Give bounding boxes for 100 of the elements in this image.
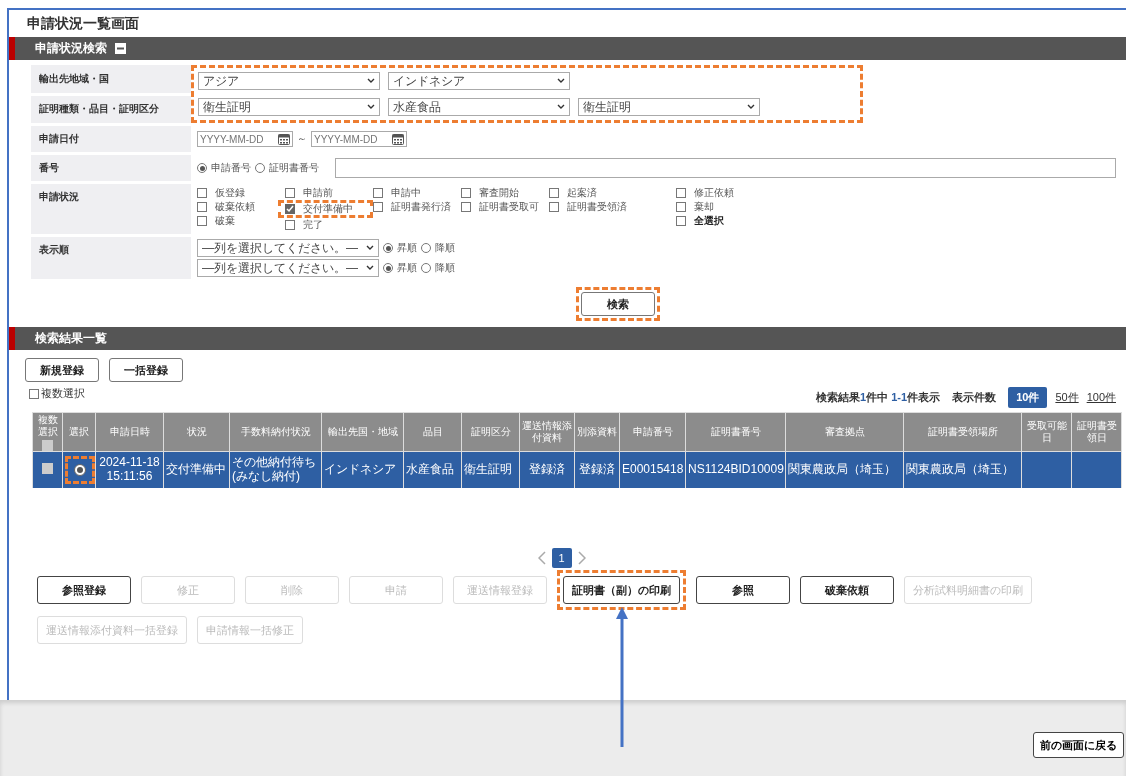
radio-label: 申請番号	[211, 161, 251, 175]
back-button[interactable]: 前の画面に戻る	[1033, 732, 1124, 758]
action-button[interactable]: 破棄依頼	[800, 576, 894, 604]
chevron-down-icon	[367, 78, 375, 84]
calendar-icon[interactable]	[392, 133, 404, 145]
column-header: 証明書受領日	[1071, 412, 1122, 452]
chevron-right-icon[interactable]	[577, 551, 586, 565]
collapse-icon[interactable]	[115, 43, 126, 54]
column-header: 証明書受領場所	[903, 412, 1022, 452]
section-title: 申請状況検索	[35, 40, 107, 57]
checkbox-label: 証明書受取可	[479, 200, 539, 214]
checkbox[interactable]	[676, 188, 686, 198]
chevron-down-icon	[366, 245, 374, 251]
row-radio[interactable]	[74, 464, 86, 477]
row-checkbox[interactable]	[42, 462, 53, 474]
calendar-icon[interactable]	[278, 133, 290, 145]
checkbox[interactable]	[197, 188, 207, 198]
dropdown[interactable]: 衛生証明	[578, 98, 760, 116]
table-cell: 交付準備中	[163, 451, 230, 488]
checkbox-label: 破棄	[215, 214, 235, 228]
checkbox-label: 複数選択	[41, 386, 85, 401]
checkbox[interactable]	[461, 188, 471, 198]
dropdown[interactable]: —列を選択してください。—	[197, 259, 379, 277]
page-title: 申請状況一覧画面	[26, 14, 140, 33]
radio-button[interactable]	[383, 243, 393, 253]
column-header: 別添資料	[574, 412, 620, 452]
column-header: 手数料納付状況	[229, 412, 322, 452]
table-cell: NS1124BID10009	[685, 451, 786, 488]
table-cell: 関東農政局（埼玉）	[785, 451, 904, 488]
dropdown[interactable]: 水産食品	[388, 98, 570, 116]
radio-button[interactable]	[197, 163, 207, 173]
header-checkbox[interactable]	[42, 439, 53, 451]
radio-button[interactable]	[421, 243, 431, 253]
action-button[interactable]: 証明書（副）の印刷	[563, 576, 680, 604]
page-size-option[interactable]: 100件	[1086, 388, 1116, 407]
column-header: 申請日時	[95, 412, 164, 452]
checkbox[interactable]	[197, 202, 207, 212]
radio-label: 昇順	[397, 241, 417, 255]
checkbox-label: 全選択	[694, 214, 724, 228]
table-cell: その他納付待ち(みなし納付)	[229, 451, 322, 488]
dropdown[interactable]: アジア	[198, 72, 380, 90]
table-cell: 関東農政局（埼玉）	[903, 451, 1022, 488]
chevron-down-icon	[747, 104, 755, 110]
chevron-down-icon	[557, 78, 565, 84]
checkbox[interactable]	[373, 188, 383, 198]
checkbox-label: 棄却	[694, 200, 714, 214]
chevron-down-icon	[557, 104, 565, 110]
chevron-down-icon	[367, 104, 375, 110]
column-header: 状況	[163, 412, 230, 452]
radio-label: 昇順	[397, 261, 417, 275]
date-field[interactable]: YYYY-MM-DD	[197, 131, 293, 147]
checkbox[interactable]	[676, 216, 686, 226]
column-header: 選択	[62, 412, 96, 452]
action-button[interactable]: 参照	[696, 576, 790, 604]
field-label: 申請状況	[31, 184, 191, 234]
chevron-left-icon[interactable]	[537, 551, 546, 565]
column-header: 申請番号	[619, 412, 686, 452]
checkbox[interactable]	[549, 202, 559, 212]
dropdown[interactable]: インドネシア	[388, 72, 570, 90]
checkbox-label: 審査開始	[479, 186, 519, 200]
radio-label: 降順	[435, 241, 455, 255]
number-input[interactable]	[335, 158, 1116, 178]
checkbox-label: 申請前	[303, 186, 333, 200]
chevron-down-icon	[366, 265, 374, 271]
checkbox[interactable]	[461, 202, 471, 212]
checkbox-label: 破棄依頼	[215, 200, 255, 214]
checkbox-label: 申請中	[391, 186, 421, 200]
column-header: 複数選択	[37, 413, 58, 438]
results-summary: 検索結果1件中 1-1件表示	[816, 390, 941, 405]
column-header: 証明区分	[461, 412, 520, 452]
register-button[interactable]: 一括登録	[109, 358, 183, 382]
column-header: 受取可能日	[1021, 412, 1072, 452]
table-cell: E00015418	[619, 451, 686, 488]
column-header: 審査拠点	[785, 412, 904, 452]
checkbox[interactable]	[29, 388, 39, 399]
page-size-option[interactable]: 10件	[1008, 387, 1048, 408]
search-button[interactable]: 検索	[580, 292, 655, 316]
page-number[interactable]: 1	[551, 548, 572, 568]
radio-label: 証明書番号	[269, 161, 319, 175]
date-field[interactable]: YYYY-MM-DD	[311, 131, 407, 147]
checkbox[interactable]	[373, 202, 383, 212]
radio-button[interactable]	[383, 263, 393, 273]
checkbox-label: 証明書受領済	[567, 200, 627, 214]
dropdown[interactable]: —列を選択してください。—	[197, 239, 379, 257]
checkbox[interactable]	[549, 188, 559, 198]
dropdown[interactable]: 衛生証明	[198, 98, 380, 116]
page-size-label: 表示件数	[952, 390, 997, 405]
column-header: 品目	[403, 412, 462, 452]
checkbox[interactable]	[285, 204, 295, 214]
register-button[interactable]: 新規登録	[25, 358, 99, 382]
checkbox[interactable]	[197, 216, 207, 226]
radio-button[interactable]	[421, 263, 431, 273]
checkbox[interactable]	[676, 202, 686, 212]
checkbox[interactable]	[285, 188, 295, 198]
field-label: 表示順	[31, 237, 191, 279]
page-size-option[interactable]: 50件	[1055, 388, 1079, 407]
radio-button[interactable]	[255, 163, 265, 173]
action-button[interactable]: 参照登録	[37, 576, 131, 604]
checkbox[interactable]	[285, 220, 295, 230]
checkbox-label: 仮登録	[215, 186, 245, 200]
